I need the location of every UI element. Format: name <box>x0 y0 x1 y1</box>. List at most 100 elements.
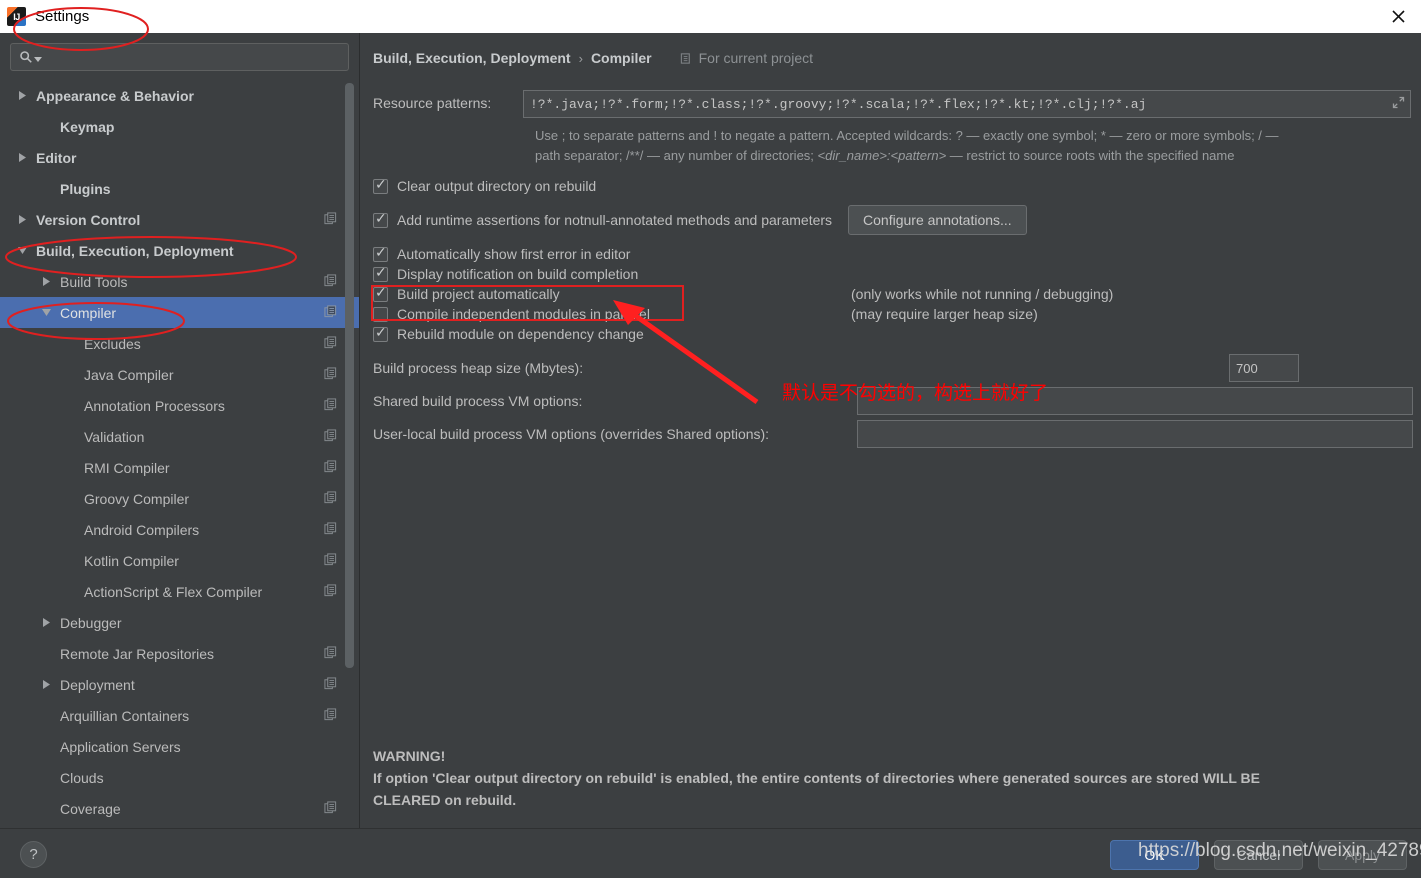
sidebar-item-application-servers[interactable]: Application Servers <box>0 731 359 762</box>
sidebar-item-label: Java Compiler <box>84 366 174 383</box>
checkbox-build-project-automatically[interactable] <box>373 285 388 302</box>
for-current-project-badge: For current project <box>680 50 813 66</box>
project-scope-icon <box>324 211 337 228</box>
settings-tree: Appearance & Behavior Keymap Editor Plugins… <box>0 80 359 824</box>
chevron-right-icon[interactable] <box>14 91 30 100</box>
cancel-button[interactable]: Cancel <box>1214 840 1303 870</box>
sidebar-item-android-compilers[interactable]: Android Compilers <box>0 514 359 545</box>
sidebar-item-arquillian-containers[interactable]: Arquillian Containers <box>0 700 359 731</box>
field-input-build-process-heap-size-mbytes[interactable] <box>1229 354 1299 382</box>
project-scope-icon <box>324 459 337 476</box>
project-scope-icon <box>324 428 337 445</box>
checkbox-compile-independent-modules-in-parallel[interactable] <box>373 306 388 322</box>
project-scope-icon <box>324 800 337 817</box>
sidebar-item-validation[interactable]: Validation <box>0 421 359 452</box>
expand-icon[interactable] <box>1392 96 1405 112</box>
project-scope-icon <box>324 583 337 600</box>
resource-patterns-row: Resource patterns: <box>373 90 1411 118</box>
sidebar-item-plugins[interactable]: Plugins <box>0 173 359 204</box>
title-bar: IJ Settings <box>0 0 1421 33</box>
sidebar-item-annotation-processors[interactable]: Annotation Processors <box>0 390 359 421</box>
checkbox-label-add-runtime-assertions-for-notnull-annotated-methods-and-parameters[interactable]: Add runtime assertions for notnull-annot… <box>397 212 832 228</box>
sidebar-item-deployment[interactable]: Deployment <box>0 669 359 700</box>
checkbox-label-build-project-automatically[interactable]: Build project automatically <box>397 286 560 302</box>
project-scope-icon <box>324 273 337 290</box>
project-scope-icon <box>324 366 337 383</box>
close-icon[interactable] <box>1375 0 1421 33</box>
help-button[interactable]: ? <box>20 841 47 868</box>
sidebar-item-label: Annotation Processors <box>84 397 225 414</box>
checkbox-note-build-project-automatically: (only works while not running / debuggin… <box>851 286 1114 302</box>
intellij-idea-icon: IJ <box>7 7 26 26</box>
checkbox-label-rebuild-module-on-dependency-change[interactable]: Rebuild module on dependency change <box>397 326 644 342</box>
sidebar-item-editor[interactable]: Editor <box>0 142 359 173</box>
project-scope-icon <box>324 397 337 414</box>
sidebar-item-debugger[interactable]: Debugger <box>0 607 359 638</box>
checkbox-add-runtime-assertions-for-notnull-annotated-methods-and-parameters[interactable] <box>373 211 388 228</box>
checkbox-note-compile-independent-modules-in-parallel: (may require larger heap size) <box>851 306 1038 322</box>
chevron-right-icon[interactable] <box>14 215 30 224</box>
sidebar-item-label: RMI Compiler <box>84 459 170 476</box>
hint-line-1: Use ; to separate patterns and ! to nega… <box>535 128 1279 143</box>
checkbox-label-automatically-show-first-error-in-editor[interactable]: Automatically show first error in editor <box>397 246 630 262</box>
checkbox-rebuild-module-on-dependency-change[interactable] <box>373 325 388 342</box>
field-label-user-local-build-process-vm-options-overrides-shared-options: User-local build process VM options (ove… <box>373 426 770 442</box>
breadcrumb-current: Compiler <box>590 50 652 66</box>
checkbox-clear-output-directory-on-rebuild[interactable] <box>373 177 388 194</box>
field-input-user-local-build-process-vm-options-overrides-shared-options[interactable] <box>857 420 1413 448</box>
search-input[interactable] <box>46 48 340 66</box>
project-scope-icon <box>324 304 337 321</box>
sidebar-item-excludes[interactable]: Excludes <box>0 328 359 359</box>
chevron-down-icon[interactable] <box>14 246 30 255</box>
sidebar-item-coverage[interactable]: Coverage <box>0 793 359 824</box>
sidebar-item-kotlin-compiler[interactable]: Kotlin Compiler <box>0 545 359 576</box>
sidebar-item-rmi-compiler[interactable]: RMI Compiler <box>0 452 359 483</box>
breadcrumb: Build, Execution, Deployment › Compiler … <box>373 47 1411 69</box>
apply-button[interactable]: Apply <box>1318 840 1407 870</box>
chevron-right-icon[interactable] <box>38 277 54 286</box>
sidebar-item-label: Version Control <box>36 211 141 228</box>
chevron-right-icon[interactable] <box>38 618 54 627</box>
sidebar-scrollbar-thumb[interactable] <box>345 83 354 668</box>
sidebar-item-build-execution-deployment[interactable]: Build, Execution, Deployment <box>0 235 359 266</box>
sidebar-item-compiler[interactable]: Compiler <box>0 297 359 328</box>
ok-button[interactable]: OK <box>1110 840 1199 870</box>
sidebar-item-actionscript-flex-compiler[interactable]: ActionScript & Flex Compiler <box>0 576 359 607</box>
sidebar-item-appearance-behavior[interactable]: Appearance & Behavior <box>0 80 359 111</box>
sidebar-item-groovy-compiler[interactable]: Groovy Compiler <box>0 483 359 514</box>
checkbox-label-compile-independent-modules-in-parallel[interactable]: Compile independent modules in parallel <box>397 306 650 322</box>
warning-block: WARNING! If option 'Clear output directo… <box>373 745 1260 811</box>
configure-annotations-button[interactable]: Configure annotations... <box>848 205 1027 235</box>
breadcrumb-parent[interactable]: Build, Execution, Deployment <box>373 50 571 66</box>
checkbox-row-rebuild-module-on-dependency-change: Rebuild module on dependency change <box>373 325 1411 342</box>
sidebar-item-label: Arquillian Containers <box>60 707 190 724</box>
checkbox-automatically-show-first-error-in-editor[interactable] <box>373 245 388 262</box>
sidebar-item-label: Compiler <box>60 304 117 321</box>
hint-line-2b: — restrict to source roots with the spec… <box>946 148 1235 163</box>
sidebar-item-version-control[interactable]: Version Control <box>0 204 359 235</box>
chevron-right-icon[interactable] <box>38 680 54 689</box>
checkbox-label-display-notification-on-build-completion[interactable]: Display notification on build completion <box>397 266 638 282</box>
search-box[interactable] <box>10 43 349 71</box>
sidebar-item-remote-jar-repositories[interactable]: Remote Jar Repositories <box>0 638 359 669</box>
sidebar-item-build-tools[interactable]: Build Tools <box>0 266 359 297</box>
field-input-shared-build-process-vm-options[interactable] <box>857 387 1413 415</box>
checkbox-label-clear-output-directory-on-rebuild[interactable]: Clear output directory on rebuild <box>397 178 596 194</box>
resource-patterns-input[interactable] <box>523 90 1411 118</box>
compiler-settings-panel: Build, Execution, Deployment › Compiler … <box>361 33 1421 828</box>
breadcrumb-separator-icon: › <box>578 50 583 66</box>
checkbox-display-notification-on-build-completion[interactable] <box>373 265 388 282</box>
sidebar-item-keymap[interactable]: Keymap <box>0 111 359 142</box>
sidebar-item-java-compiler[interactable]: Java Compiler <box>0 359 359 390</box>
sidebar-item-label: Kotlin Compiler <box>84 552 179 569</box>
sidebar-item-clouds[interactable]: Clouds <box>0 762 359 793</box>
field-row-build-process-heap-size-mbytes: Build process heap size (Mbytes): <box>373 354 1411 382</box>
settings-dialog: IJ Settings Appearance & Behavior Keymap… <box>0 0 1421 878</box>
sidebar-item-label: Plugins <box>60 180 111 197</box>
checkbox-row-build-project-automatically: Build project automatically (only works w… <box>373 285 1411 302</box>
for-current-project-label: For current project <box>698 50 813 66</box>
chevron-down-icon[interactable] <box>38 308 54 317</box>
field-label-build-process-heap-size-mbytes: Build process heap size (Mbytes): <box>373 360 584 376</box>
sidebar-item-label: Keymap <box>60 118 115 135</box>
chevron-right-icon[interactable] <box>14 153 30 162</box>
